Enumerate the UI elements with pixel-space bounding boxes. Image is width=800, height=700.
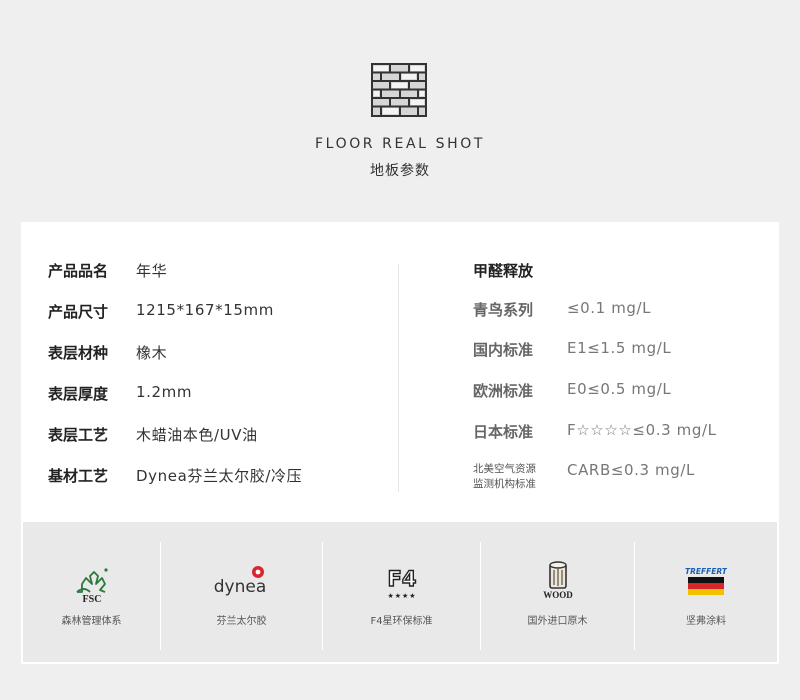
treffert-flag-icon: TREFFERT	[685, 567, 727, 595]
fm-value-japan: F☆☆☆☆≤0.3 mg/L	[567, 421, 717, 439]
fm-value-carb: CARB≤0.3 mg/L	[567, 461, 695, 479]
badge-caption-fsc: 森林管理体系	[61, 616, 122, 627]
fm-label-europe: 欧洲标准	[473, 382, 534, 400]
fm-label-carb-line2: 监测机构标准	[473, 478, 536, 490]
section-title-en: FLOOR REAL SHOT	[315, 136, 485, 152]
brick-floor-icon	[371, 63, 427, 117]
spec-value-name: 年华	[136, 262, 168, 280]
fm-label-japan: 日本标准	[473, 423, 534, 441]
spec-value-finish: 木蜡油本色/UV油	[136, 426, 258, 444]
badge-f4: F4 ★★★★ F4星环保标准	[323, 522, 480, 662]
certification-strip: FSC 森林管理体系 dynea 芬兰太尔胶 F4 ★★★★ F4星环保标准 W…	[23, 522, 777, 662]
treffert-logo-text: TREFFERT	[685, 567, 727, 576]
formaldehyde-title: 甲醛释放	[473, 262, 534, 280]
badge-caption-dynea: 芬兰太尔胶	[216, 616, 267, 627]
spec-value-substrate: Dynea芬兰太尔胶/冷压	[136, 467, 303, 485]
wood-log-icon: WOOD	[543, 561, 573, 600]
spec-label-thickness: 表层厚度	[48, 385, 109, 403]
fm-value-europe: E0≤0.5 mg/L	[567, 380, 672, 398]
spec-label-name: 产品品名	[48, 262, 109, 280]
spec-label-substrate: 基材工艺	[48, 467, 109, 485]
column-divider	[398, 264, 399, 492]
dynea-logo-icon: dynea	[214, 566, 266, 597]
badge-caption-treffert: 坚弗涂料	[686, 616, 726, 627]
wood-logo-text: WOOD	[543, 590, 573, 600]
badge-caption-wood: 国外进口原木	[527, 616, 588, 627]
f4-logo-text: F4	[387, 567, 416, 591]
spec-value-thickness: 1.2mm	[136, 383, 193, 401]
spec-label-species: 表层材种	[48, 344, 109, 362]
badge-treffert: TREFFERT 坚弗涂料	[635, 522, 777, 662]
fm-label-domestic: 国内标准	[473, 341, 534, 359]
fm-value-qingniao: ≤0.1 mg/L	[567, 299, 652, 317]
badge-caption-f4: F4星环保标准	[370, 616, 433, 627]
header: FLOOR REAL SHOT 地板参数	[0, 0, 800, 220]
fm-label-qingniao: 青鸟系列	[473, 301, 534, 319]
parameter-card: 产品品名 年华 产品尺寸 1215*167*15mm 表层材种 橡木 表层厚度 …	[21, 222, 779, 664]
spec-value-size: 1215*167*15mm	[136, 301, 274, 319]
badge-dynea: dynea 芬兰太尔胶	[161, 522, 322, 662]
badge-wood: WOOD 国外进口原木	[481, 522, 634, 662]
fsc-logo-text: FSC	[82, 594, 101, 604]
f4-stars-icon: F4 ★★★★	[386, 566, 416, 600]
section-title-cn: 地板参数	[370, 163, 430, 179]
fm-label-carb: 北美空气资源 监测机构标准	[473, 462, 536, 492]
fsc-tree-icon: FSC	[75, 568, 108, 604]
f4-stars: ★★★★	[387, 592, 416, 600]
fm-value-domestic: E1≤1.5 mg/L	[567, 339, 672, 357]
spec-label-size: 产品尺寸	[48, 303, 109, 321]
fm-label-carb-line1: 北美空气资源	[473, 463, 536, 475]
dynea-logo-text: dynea	[214, 577, 266, 597]
spec-value-species: 橡木	[136, 344, 168, 362]
badge-fsc: FSC 森林管理体系	[23, 522, 160, 662]
spec-label-finish: 表层工艺	[48, 426, 109, 444]
